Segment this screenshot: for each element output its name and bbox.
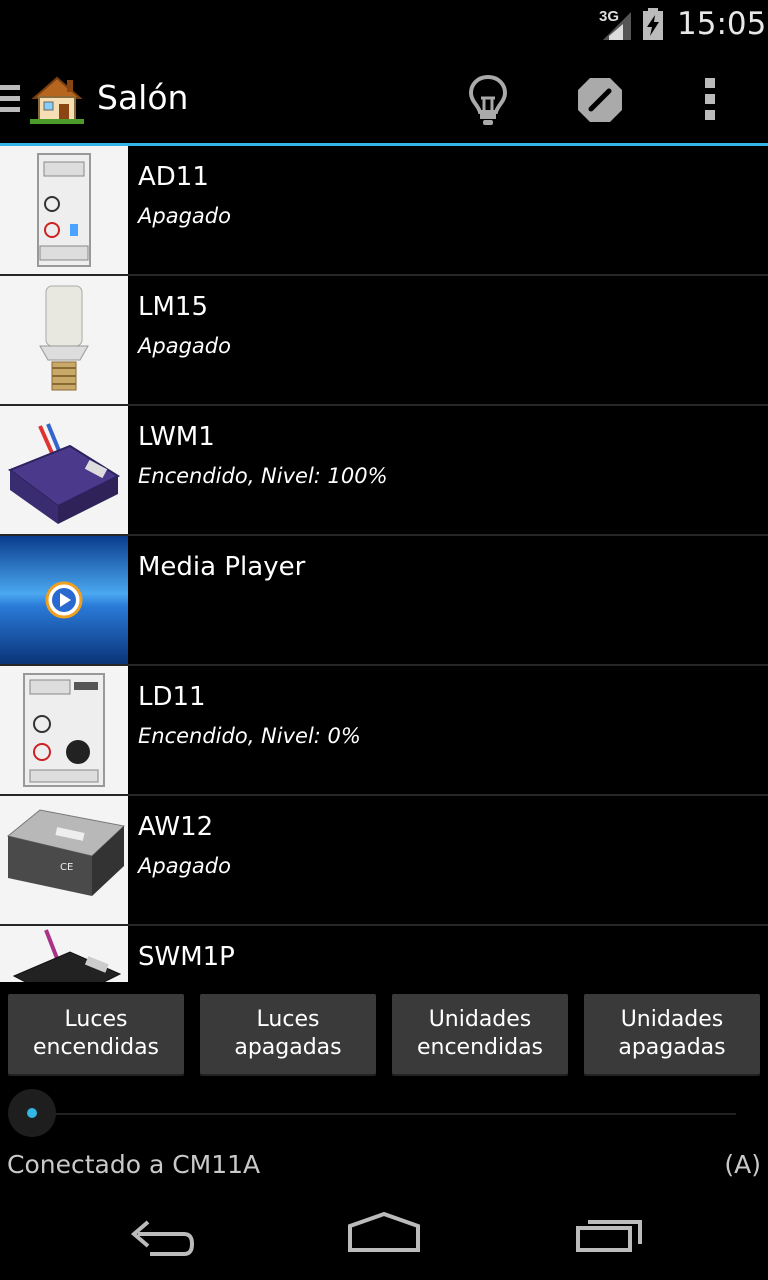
forbid-icon[interactable] <box>576 76 624 124</box>
units-off-button[interactable]: Unidades apagadas <box>584 994 760 1074</box>
units-on-button[interactable]: Unidades encendidas <box>392 994 568 1074</box>
drawer-icon[interactable] <box>0 85 20 113</box>
navigation-bar <box>0 1192 768 1280</box>
lights-off-button[interactable]: Luces apagadas <box>200 994 376 1074</box>
device-state: Apagado <box>138 854 231 878</box>
clock: 15:05 <box>677 6 767 42</box>
screen-title: Salón <box>97 78 189 117</box>
device-image-swm1p <box>0 926 128 982</box>
device-state: Encendido, Nivel: 100% <box>138 464 388 488</box>
device-row-lm15[interactable]: LM15 Apagado <box>0 276 768 406</box>
signal-3g-icon <box>603 12 631 40</box>
seek-track[interactable] <box>32 1113 736 1115</box>
device-image-media-player <box>0 536 128 664</box>
device-name: LWM1 <box>138 422 215 452</box>
home-icon[interactable] <box>346 1210 422 1262</box>
device-row-media-player[interactable]: Media Player <box>0 536 768 666</box>
control-button-bar: Luces encendidas Luces apagadas Unidades… <box>0 982 768 1082</box>
action-bar: Salón <box>0 50 768 144</box>
device-row-lwm1[interactable]: LWM1 Encendido, Nivel: 100% <box>0 406 768 536</box>
device-state: Apagado <box>138 204 231 228</box>
device-state: Apagado <box>138 334 231 358</box>
device-image-lm15 <box>0 276 128 404</box>
device-name: LD11 <box>138 682 206 712</box>
seek-thumb[interactable] <box>27 1108 37 1118</box>
device-name: AW12 <box>138 812 214 842</box>
battery-charging-icon <box>643 8 663 40</box>
recent-apps-icon[interactable] <box>574 1210 646 1262</box>
status-bar: 3G 15:05 <box>0 0 768 50</box>
device-image-ad11 <box>0 146 128 274</box>
connection-mode: (A) <box>724 1150 761 1179</box>
connection-status: Conectado a CM11A <box>7 1150 261 1179</box>
device-image-ld11 <box>0 666 128 794</box>
device-image-lwm1 <box>0 406 128 534</box>
device-name: SWM1P <box>138 942 235 972</box>
lights-on-button[interactable]: Luces encendidas <box>8 994 184 1074</box>
device-row-ad11[interactable]: AD11 Apagado <box>0 146 768 276</box>
seek-bar[interactable] <box>0 1088 768 1138</box>
back-icon[interactable] <box>124 1210 196 1262</box>
device-name: LM15 <box>138 292 209 322</box>
device-image-aw12: CE <box>0 796 128 924</box>
overflow-menu-icon[interactable] <box>700 78 720 122</box>
svg-text:CE: CE <box>60 862 73 873</box>
device-row-ld11[interactable]: LD11 Encendido, Nivel: 0% <box>0 666 768 796</box>
house-icon[interactable] <box>30 74 84 124</box>
device-list[interactable]: AD11 Apagado LM15 Apagado LWM1 Encendido… <box>0 146 768 982</box>
device-state: Encendido, Nivel: 0% <box>138 724 361 748</box>
light-bulb-icon[interactable] <box>468 74 508 126</box>
device-name: AD11 <box>138 162 209 192</box>
device-name: Media Player <box>138 552 306 582</box>
device-row-swm1p[interactable]: SWM1P <box>0 926 768 982</box>
device-row-aw12[interactable]: CE AW12 Apagado <box>0 796 768 926</box>
